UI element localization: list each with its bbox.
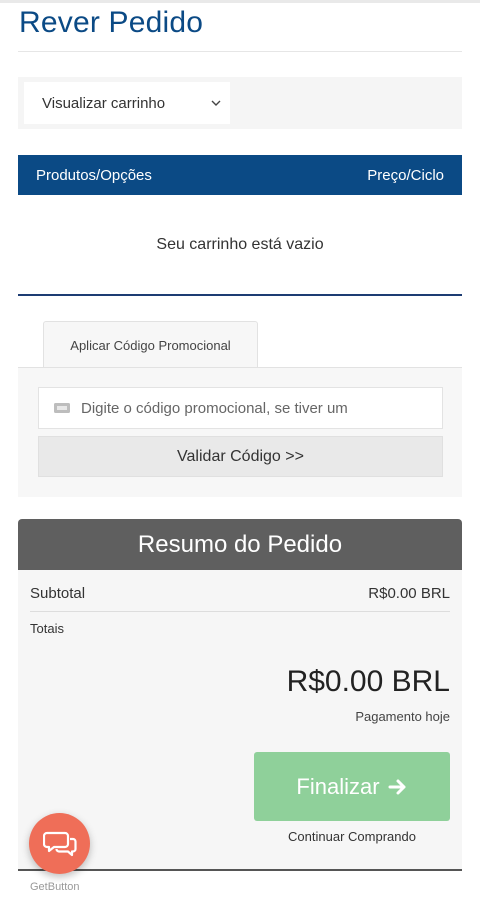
chat-button[interactable] (29, 813, 90, 874)
cart-table-header: Produtos/Opções Preço/Ciclo (18, 155, 462, 195)
subtotal-label: Subtotal (30, 585, 86, 602)
arrow-right-icon (388, 779, 406, 794)
checkout-label: Finalizar (296, 773, 380, 799)
total-amount: R$0.00 BRL (286, 665, 450, 698)
top-divider (0, 0, 480, 3)
column-header-price: Preço/Ciclo (367, 166, 444, 184)
order-summary: Resumo do Pedido Subtotal R$0.00 BRL Tot… (18, 519, 462, 871)
order-summary-title: Resumo do Pedido (18, 519, 462, 570)
checkout-button[interactable]: Finalizar (254, 752, 450, 821)
chevron-down-icon (211, 100, 221, 106)
getbutton-label: GetButton (30, 881, 80, 893)
promo-code-input[interactable] (79, 398, 423, 418)
view-select-dropdown[interactable]: Visualizar carrinho (24, 82, 230, 124)
continue-shopping-link[interactable]: Continuar Comprando (254, 829, 450, 844)
validate-code-button[interactable]: Validar Código >> (38, 436, 443, 477)
totals-label: Totais (30, 621, 64, 636)
payment-today-note: Pagamento hoje (355, 709, 450, 724)
view-selector-panel: Visualizar carrinho (18, 77, 462, 129)
chat-bubbles-icon (42, 831, 77, 856)
subtotal-row: Subtotal R$0.00 BRL (30, 585, 450, 602)
subtotal-value: R$0.00 BRL (368, 585, 450, 602)
promo-code-field[interactable] (38, 387, 443, 429)
column-header-products: Produtos/Opções (36, 166, 152, 184)
view-select-value: Visualizar carrinho (42, 94, 166, 112)
cart-table: Produtos/Opções Preço/Ciclo Seu carrinho… (18, 155, 462, 296)
cart-empty-message: Seu carrinho está vazio (18, 195, 462, 296)
promo-code-panel: Validar Código >> (18, 367, 462, 497)
tab-promo-code[interactable]: Aplicar Código Promocional (43, 321, 258, 368)
ticket-icon (54, 403, 70, 413)
page-title: Rever Pedido (19, 6, 204, 39)
title-divider (18, 51, 462, 52)
summary-divider (30, 611, 450, 612)
